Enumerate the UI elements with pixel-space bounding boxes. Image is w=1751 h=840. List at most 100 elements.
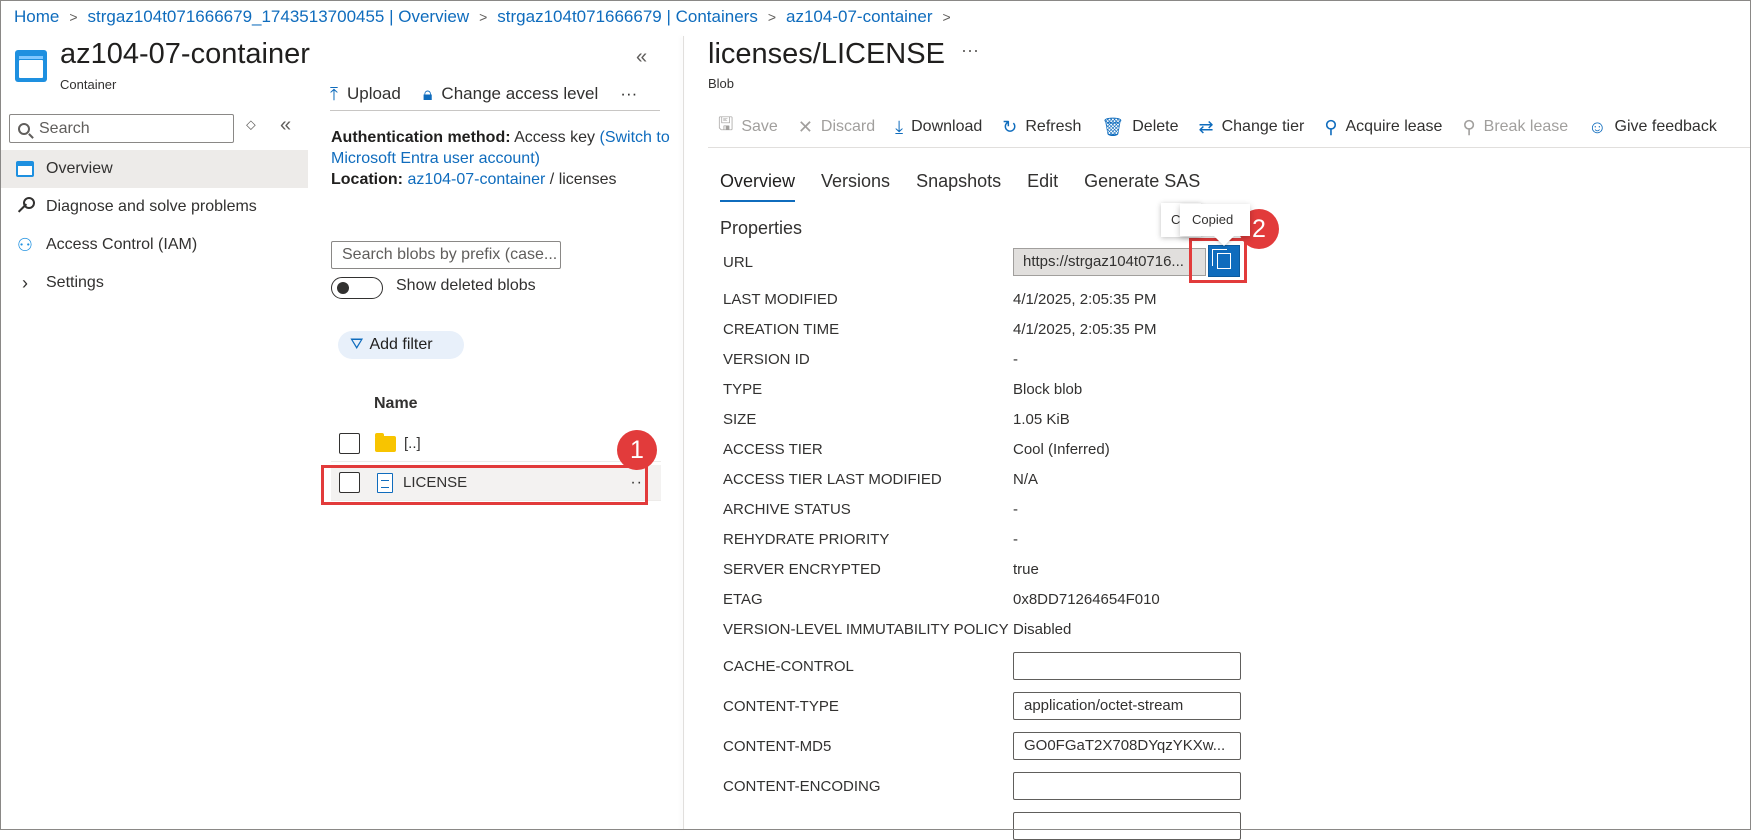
auth-label: Authentication method: (331, 129, 511, 146)
location-separator: / (549, 171, 555, 188)
blob-subtitle: Blob (708, 76, 735, 91)
location-container-link[interactable]: az104-07-container (407, 171, 545, 188)
break-lease-label: Break lease (1483, 118, 1569, 135)
show-deleted-label: Show deleted blobs (396, 277, 536, 294)
resource-menu-search[interactable]: Search (9, 114, 234, 143)
chevron-right-icon: › (22, 272, 28, 293)
change-access-level-button[interactable]: 🔒︎ Change access level (423, 84, 598, 105)
search-icon (18, 122, 30, 135)
nav-item-overview[interactable]: Overview (0, 150, 308, 188)
property-input[interactable] (1013, 812, 1241, 840)
acquire-lease-button[interactable]: ⚲ Acquire lease (1324, 117, 1442, 138)
breadcrumb-home[interactable]: Home (14, 7, 59, 27)
chevron-right-icon: > (942, 9, 951, 25)
lock-icon: 🔒︎ (422, 83, 433, 104)
show-deleted-toggle[interactable] (331, 277, 383, 299)
property-label: CACHE-CONTROL (723, 658, 854, 675)
nav-item-label: Settings (46, 274, 104, 291)
tab-edit[interactable]: Edit (1027, 171, 1058, 202)
tab-generate-sas[interactable]: Generate SAS (1084, 171, 1200, 202)
property-value: N/A (1013, 471, 1039, 488)
add-filter-button[interactable]: ⛛ Add filter (338, 331, 464, 359)
property-label: REHYDRATE PRIORITY (723, 531, 890, 548)
save-button[interactable]: 🖫 Save (718, 112, 778, 142)
nav-item-diagnose[interactable]: Diagnose and solve problems (0, 188, 308, 226)
property-label: LAST MODIFIED (723, 291, 838, 308)
blob-title: licenses/LICENSE (708, 38, 945, 70)
refresh-button[interactable]: ↻ Refresh (1002, 117, 1081, 138)
property-label: VERSION ID (723, 351, 810, 368)
people-icon: ⚇ (16, 234, 34, 255)
tab-versions[interactable]: Versions (821, 171, 890, 202)
chevron-right-icon: > (767, 9, 777, 25)
property-value: - (1013, 531, 1018, 548)
acquire-lease-icon: ⚲ (1324, 116, 1338, 137)
breadcrumb-container[interactable]: az104-07-container (786, 7, 932, 27)
wrench-icon (16, 197, 35, 216)
chevron-right-icon: > (69, 9, 78, 25)
acquire-lease-label: Acquire lease (1345, 118, 1443, 135)
blade-divider (683, 36, 684, 830)
row-name[interactable]: [..] (404, 435, 421, 452)
property-label: ARCHIVE STATUS (723, 501, 851, 518)
row-checkbox[interactable] (339, 433, 360, 454)
upload-label: Upload (346, 84, 401, 103)
container-icon (15, 50, 47, 82)
upload-icon: ⤒ (330, 83, 338, 104)
download-icon: ⤓ (895, 116, 904, 137)
change-tier-label: Change tier (1221, 118, 1305, 135)
nav-item-iam[interactable]: ⚇ Access Control (IAM) (0, 226, 308, 264)
blob-more-button[interactable]: ··· (961, 40, 979, 61)
discard-icon: ✕ (797, 116, 813, 137)
break-lease-button[interactable]: ⚲ Break lease (1462, 117, 1568, 138)
nav-item-settings[interactable]: › Settings (0, 264, 308, 302)
blob-prefix-search-input[interactable]: Search blobs by prefix (case... (331, 241, 561, 269)
change-tier-button[interactable]: ⇄ Change tier (1199, 117, 1305, 138)
property-input[interactable] (1013, 772, 1241, 800)
download-button[interactable]: ⤓ Download (895, 117, 982, 138)
property-input[interactable]: GO0FGaT2X708DYqzYKXw... (1013, 732, 1241, 760)
property-value: true (1013, 561, 1039, 578)
property-value: 1.05 KiB (1013, 411, 1070, 428)
property-label: CONTENT-MD5 (723, 738, 832, 755)
property-label: CONTENT-ENCODING (723, 778, 881, 795)
property-label: SIZE (723, 411, 757, 428)
property-value: Cool (Inferred) (1013, 441, 1110, 458)
collapse-blade-icon[interactable]: « (636, 46, 647, 69)
location-folder: licenses (558, 171, 617, 188)
refresh-icon: ↻ (1002, 116, 1018, 137)
nav-item-label: Overview (46, 160, 113, 177)
more-button[interactable]: ··· (620, 84, 637, 104)
breadcrumb-storage-overview[interactable]: strgaz104t071666679_1743513700455 | Over… (88, 7, 470, 27)
collapse-menu-icon[interactable]: « (280, 114, 291, 137)
property-input[interactable] (1013, 652, 1241, 680)
column-header-name[interactable]: Name (374, 395, 418, 413)
delete-icon: 🗑︎ (1101, 116, 1125, 137)
auth-info: Authentication method: Access key (Switc… (331, 127, 671, 190)
delete-button[interactable]: 🗑︎ Delete (1101, 117, 1178, 138)
search-placeholder: Search (39, 119, 90, 137)
breadcrumb-containers[interactable]: strgaz104t071666679 | Containers (497, 7, 758, 27)
chevron-right-icon: > (479, 9, 488, 25)
container-toolbar: ⤒ Upload 🔒︎ Change access level ··· (330, 78, 659, 110)
feedback-icon: ☺ (1588, 116, 1607, 137)
tab-snapshots[interactable]: Snapshots (916, 171, 1001, 202)
property-label: SERVER ENCRYPTED (723, 561, 881, 578)
auth-value: Access key (514, 129, 596, 146)
property-input[interactable]: application/octet-stream (1013, 692, 1241, 720)
give-feedback-label: Give feedback (1614, 118, 1717, 135)
url-field[interactable]: https://strgaz104t0716... (1013, 248, 1206, 276)
give-feedback-button[interactable]: ☺ Give feedback (1588, 117, 1717, 138)
table-row[interactable]: [..] (331, 426, 661, 462)
breadcrumb: Home > strgaz104t071666679_1743513700455… (14, 6, 961, 28)
tab-overview[interactable]: Overview (720, 171, 796, 202)
download-label: Download (911, 118, 983, 135)
refresh-label: Refresh (1025, 118, 1082, 135)
folder-icon (375, 432, 396, 452)
property-label-url: URL (723, 254, 754, 271)
properties-heading: Properties (720, 218, 803, 238)
upload-button[interactable]: ⤒ Upload (330, 84, 401, 105)
discard-button[interactable]: ✕ Discard (798, 117, 875, 138)
sort-updown-icon[interactable]: ⬦ (246, 116, 256, 133)
tooltip-beak (1214, 236, 1234, 246)
